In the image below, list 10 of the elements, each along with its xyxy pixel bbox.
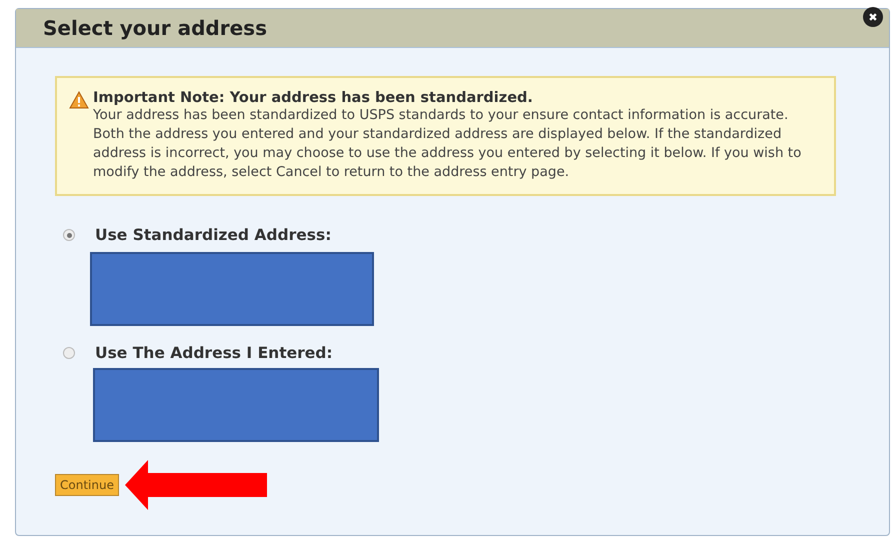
dialog-title: Select your address xyxy=(43,16,267,40)
note-text: Your address has been standardized to USPS standards to your ensure contact information is accurate. Both the address you entered and your standardized address are displayed below. If the standardized address is incorrect, you may choose to use the address you entered by selecting it below. If you wish to modify the address, select Cancel to return to the address entry page. xyxy=(93,106,802,182)
close-icon[interactable]: ✖ xyxy=(863,7,883,27)
note-title: Important Note: Your address has been standardized. xyxy=(93,90,534,106)
warning-icon xyxy=(69,91,89,109)
radio-button[interactable] xyxy=(63,347,75,359)
continue-button[interactable]: Continue xyxy=(55,474,119,496)
option-label: Use Standardized Address: xyxy=(95,226,332,244)
radio-button[interactable] xyxy=(63,229,75,241)
option-label: Use The Address I Entered: xyxy=(95,344,333,362)
